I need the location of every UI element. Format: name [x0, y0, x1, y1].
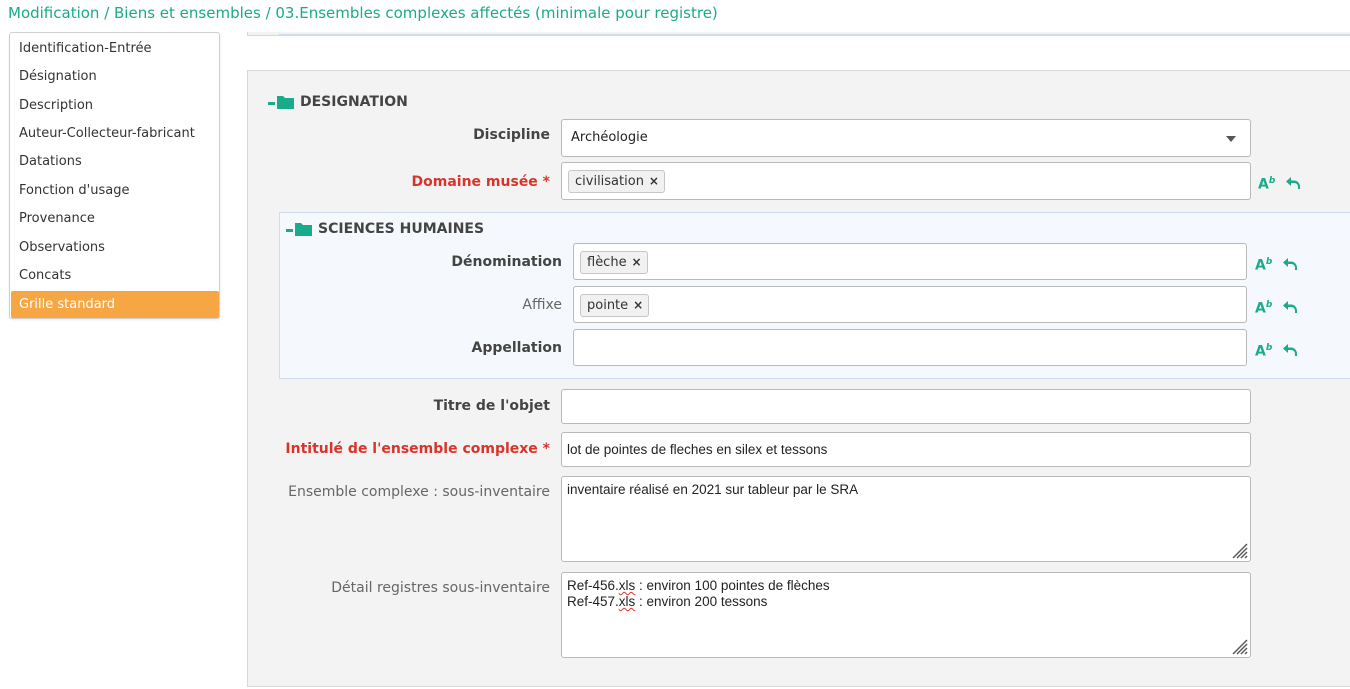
remove-tag-icon[interactable]: ×	[632, 252, 642, 273]
affixe-tag: pointe ×	[580, 294, 650, 317]
titre-objet-input[interactable]	[561, 389, 1251, 424]
denomination-actions: Ab	[1255, 254, 1298, 274]
designation-header[interactable]: DESIGNATION	[268, 94, 408, 110]
domaine-musee-field[interactable]: civilisation ×	[561, 162, 1251, 200]
previous-section-edge	[247, 32, 1350, 36]
remove-tag-icon[interactable]: ×	[649, 171, 659, 192]
affixe-tag-label: pointe	[587, 298, 629, 313]
intitule-value: lot de pointes de fleches en silex et te…	[567, 442, 828, 457]
designation-title: DESIGNATION	[300, 94, 408, 110]
denomination-field[interactable]: flèche ×	[573, 243, 1247, 280]
detail-registres-textarea[interactable]: Ref-456.xls : environ 100 pointes de flè…	[561, 572, 1251, 658]
sous-inventaire-label: Ensemble complexe : sous-inventaire	[288, 484, 550, 500]
intitule-label: Intitulé de l'ensemble complexe *	[285, 441, 550, 457]
sous-inventaire-textarea[interactable]: inventaire réalisé en 2021 sur tableur p…	[561, 476, 1251, 562]
menu-item-datations[interactable]: Datations	[11, 148, 219, 175]
undo-icon[interactable]	[1282, 342, 1298, 358]
format-icon[interactable]: Ab	[1255, 340, 1272, 360]
chevron-down-icon[interactable]	[1226, 136, 1236, 142]
denomination-tag: flèche ×	[580, 251, 648, 274]
breadcrumb: Modification / Biens et ensembles / 03.E…	[8, 4, 718, 22]
domaine-tag: civilisation ×	[568, 170, 665, 193]
appellation-input[interactable]	[573, 329, 1247, 366]
domaine-musee-label: Domaine musée *	[411, 174, 550, 190]
detail-registres-label: Détail registres sous-inventaire	[331, 580, 550, 596]
detail-registres-value: Ref-456.xls : environ 100 pointes de flè…	[567, 578, 830, 610]
menu-item-identification[interactable]: Identification-Entrée	[11, 35, 219, 62]
undo-icon[interactable]	[1282, 299, 1298, 315]
menu-item-designation[interactable]: Désignation	[11, 63, 219, 90]
remove-tag-icon[interactable]: ×	[633, 295, 643, 316]
appellation-actions: Ab	[1255, 340, 1298, 360]
menu-item-provenance[interactable]: Provenance	[11, 205, 219, 232]
menu-item-observations[interactable]: Observations	[11, 234, 219, 261]
intitule-input[interactable]: lot de pointes de fleches en silex et te…	[561, 432, 1251, 467]
affixe-label: Affixe	[522, 297, 562, 313]
menu-item-auteur[interactable]: Auteur-Collecteur-fabricant	[11, 120, 219, 147]
format-icon[interactable]: Ab	[1255, 254, 1272, 274]
discipline-select[interactable]: Archéologie	[561, 119, 1251, 157]
undo-icon[interactable]	[1282, 256, 1298, 272]
affixe-actions: Ab	[1255, 297, 1298, 317]
folder-open-icon	[268, 96, 294, 109]
detail-line-2: Ref-457.xls : environ 200 tessons	[567, 594, 768, 609]
appellation-label: Appellation	[471, 340, 563, 356]
format-icon[interactable]: Ab	[1258, 173, 1275, 193]
resize-handle-icon[interactable]	[1230, 637, 1248, 655]
menu-item-grille-standard[interactable]: Grille standard	[11, 291, 219, 318]
previous-subsection-edge	[279, 32, 1350, 35]
menu-item-concats[interactable]: Concats	[11, 262, 219, 289]
discipline-value: Archéologie	[571, 130, 648, 145]
domaine-actions: Ab	[1258, 173, 1301, 193]
menu-item-description[interactable]: Description	[11, 92, 219, 119]
format-icon[interactable]: Ab	[1255, 297, 1272, 317]
undo-icon[interactable]	[1285, 175, 1301, 191]
domaine-tag-label: civilisation	[575, 174, 644, 189]
discipline-label: Discipline	[473, 127, 550, 143]
sciences-humaines-title: SCIENCES HUMAINES	[318, 221, 485, 237]
menu-item-fonction[interactable]: Fonction d'usage	[11, 177, 219, 204]
denomination-label: Dénomination	[451, 254, 562, 270]
resize-handle-icon[interactable]	[1230, 541, 1248, 559]
section-menu: Identification-Entrée Désignation Descri…	[9, 32, 220, 319]
affixe-field[interactable]: pointe ×	[573, 286, 1247, 323]
titre-objet-label: Titre de l'objet	[433, 398, 550, 414]
detail-line-1: Ref-456.xls : environ 100 pointes de flè…	[567, 578, 830, 593]
denomination-tag-label: flèche	[587, 255, 627, 270]
sous-inventaire-value: inventaire réalisé en 2021 sur tableur p…	[567, 482, 859, 497]
folder-open-icon	[286, 223, 312, 236]
sciences-humaines-header[interactable]: SCIENCES HUMAINES	[286, 221, 484, 237]
